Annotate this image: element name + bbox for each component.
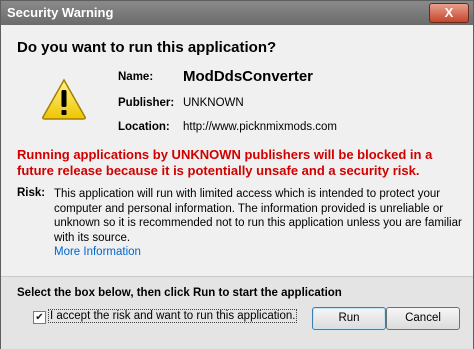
name-value: ModDdsConverter <box>183 68 314 85</box>
dialog-content: Do you want to run this application? Nam… <box>1 25 473 302</box>
dialog-title: Security Warning <box>7 5 114 20</box>
question-heading: Do you want to run this application? <box>17 39 277 56</box>
dialog-footer: Select the box below, then click Run to … <box>1 276 473 349</box>
publisher-label: Publisher: <box>118 97 175 109</box>
title-bar[interactable]: Security Warning X <box>1 1 473 25</box>
location-label: Location: <box>118 121 170 133</box>
footer-instruction: Select the box below, then click Run to … <box>17 287 342 299</box>
unknown-publisher-warning: Running applications by UNKNOWN publishe… <box>17 147 433 178</box>
more-information-link[interactable]: More Information <box>54 246 141 258</box>
risk-label: Risk: <box>17 187 46 199</box>
security-warning-dialog: Security Warning X Do you want to run th… <box>0 0 474 349</box>
accept-risk-checkbox[interactable]: ✔ <box>33 311 46 324</box>
close-button[interactable]: X <box>429 3 469 23</box>
risk-description: This application will run with limited a… <box>54 188 462 244</box>
checkmark-icon: ✔ <box>35 312 44 323</box>
accept-risk-label[interactable]: I accept the risk and want to run this a… <box>47 309 298 323</box>
warning-triangle-icon <box>42 78 86 120</box>
run-button[interactable]: Run <box>312 307 386 330</box>
location-value: http://www.picknmixmods.com <box>183 121 338 133</box>
publisher-value: UNKNOWN <box>183 97 244 109</box>
cancel-button[interactable]: Cancel <box>386 307 460 330</box>
name-label: Name: <box>118 71 154 83</box>
